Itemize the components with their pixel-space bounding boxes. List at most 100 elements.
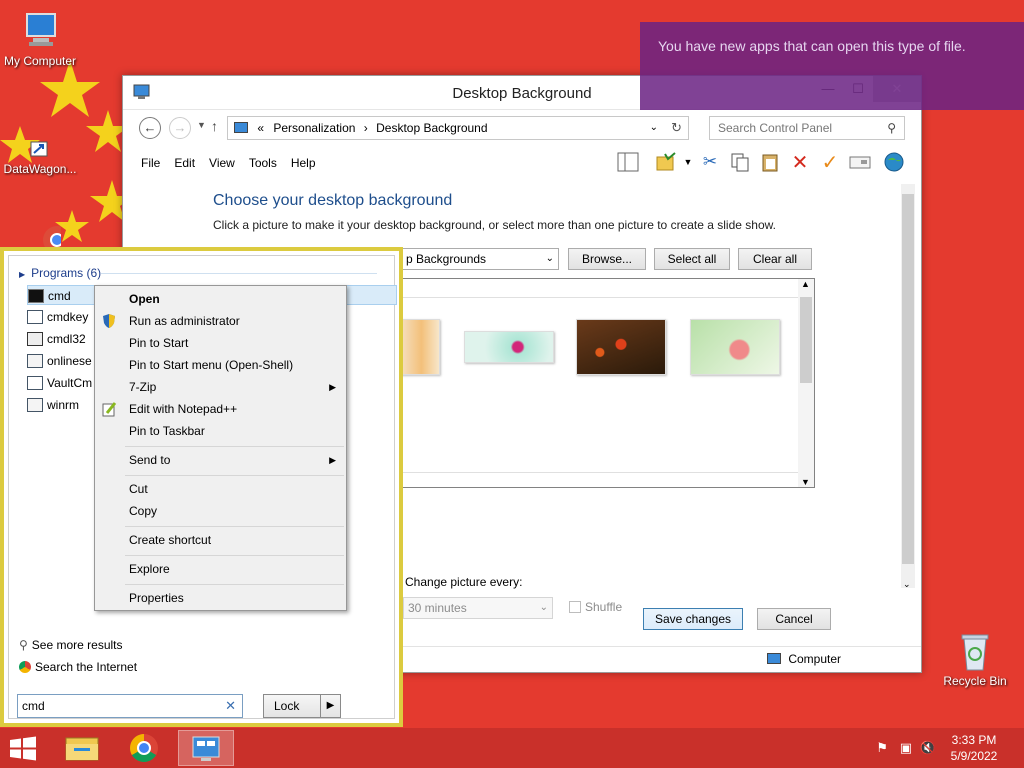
context-item-cut[interactable]: Cut	[95, 478, 346, 500]
menu-bar: File Edit View Tools Help	[133, 152, 330, 174]
search-control-panel-input[interactable]: Search Control Panel ⚲	[709, 116, 905, 140]
scroll-down-icon[interactable]: ▼	[801, 477, 810, 487]
desktop-icon-my-computer[interactable]: My Computer	[0, 10, 80, 68]
refresh-icon[interactable]: ↻	[671, 117, 682, 139]
clear-search-icon[interactable]: ✕	[225, 695, 236, 717]
context-label: Copy	[129, 504, 158, 518]
back-button[interactable]: ←	[139, 117, 161, 139]
desktop-icon-label: DataWagon...	[3, 162, 77, 176]
lock-options-arrow-icon[interactable]: ▶	[320, 695, 340, 717]
taskbar: ⚑ ▣ 🔇 3:33 PM 5/9/2022	[0, 728, 1024, 768]
picture-location-select[interactable]: p Backgrounds ⌄	[393, 248, 559, 270]
interval-value: 30 minutes	[408, 601, 467, 615]
globe-icon[interactable]	[879, 149, 909, 175]
view-dropdown-icon[interactable]: ▼	[681, 149, 695, 175]
checkmark-icon[interactable]: ✓	[815, 149, 845, 175]
lock-button[interactable]: Lock ▶	[263, 694, 341, 718]
taskbar-file-explorer[interactable]	[54, 730, 110, 766]
select-all-button[interactable]: Select all	[654, 248, 730, 270]
folder-options-icon[interactable]	[651, 149, 681, 175]
context-item-edit-notepadpp[interactable]: Edit with Notepad++	[95, 398, 346, 420]
context-item-send-to[interactable]: Send to ▶	[95, 449, 346, 471]
address-dropdown-icon[interactable]: ⌄	[650, 117, 658, 139]
context-item-open[interactable]: Open	[95, 288, 346, 310]
shuffle-label: Shuffle	[585, 600, 623, 614]
context-item-run-as-admin[interactable]: Run as administrator	[95, 310, 346, 332]
clock-date: 5/9/2022	[950, 749, 998, 763]
window-scroll-thumb[interactable]	[902, 194, 914, 564]
copy-icon[interactable]	[725, 149, 755, 175]
program-label: VaultCm	[47, 376, 93, 390]
checkbox-box[interactable]	[569, 601, 581, 613]
breadcrumb-separator: ›	[363, 121, 368, 135]
context-item-create-shortcut[interactable]: Create shortcut	[95, 529, 346, 551]
programs-header[interactable]: ▶ Programs (6)	[19, 266, 377, 280]
page-description: Click a picture to make it your desktop …	[213, 218, 776, 232]
volume-muted-icon[interactable]: 🔇	[920, 740, 936, 756]
app-window-icon	[27, 376, 43, 390]
context-item-pin-to-taskbar[interactable]: Pin to Taskbar	[95, 420, 346, 442]
cancel-button[interactable]: Cancel	[757, 608, 831, 630]
see-more-results-link[interactable]: ⚲ See more results	[19, 638, 123, 652]
search-internet-link[interactable]: Search the Internet	[19, 660, 137, 674]
shuffle-checkbox[interactable]: Shuffle	[569, 600, 622, 614]
wallpaper-thumbnail[interactable]	[464, 331, 554, 363]
context-label: 7-Zip	[129, 380, 157, 394]
context-label: Cut	[129, 482, 148, 496]
status-text: Computer	[788, 652, 842, 666]
address-row: ← → ▼ ↑ « Personalization › Desktop Back…	[135, 116, 911, 140]
desktop-icon-datawagon[interactable]: DataWagon...	[0, 118, 80, 176]
forward-button[interactable]: →	[169, 117, 191, 139]
menu-tools[interactable]: Tools	[249, 152, 277, 174]
gallery-scroll-thumb[interactable]	[800, 297, 812, 383]
taskbar-chrome[interactable]	[116, 730, 172, 766]
breadcrumb-personalization[interactable]: Personalization	[273, 121, 355, 135]
address-bar[interactable]: « Personalization › Desktop Background ⌄…	[227, 116, 689, 140]
menu-help[interactable]: Help	[291, 152, 316, 174]
recent-locations-chevron-icon[interactable]: ▼	[197, 120, 206, 130]
breadcrumb-desktop-background[interactable]: Desktop Background	[376, 121, 487, 135]
desktop-icon-recycle-bin[interactable]: Recycle Bin	[935, 630, 1015, 688]
wallpaper-thumbnail[interactable]	[690, 319, 780, 375]
context-item-pin-to-start-openshell[interactable]: Pin to Start menu (Open-Shell)	[95, 354, 346, 376]
window-scrollbar[interactable]: ⌄	[901, 184, 915, 590]
wallpaper-thumbnail[interactable]	[576, 319, 666, 375]
see-more-label: See more results	[31, 638, 123, 652]
context-item-pin-to-start[interactable]: Pin to Start	[95, 332, 346, 354]
context-item-properties[interactable]: Properties	[95, 587, 346, 609]
save-changes-button[interactable]: Save changes	[643, 608, 743, 630]
submenu-arrow-icon: ▶	[329, 455, 336, 465]
context-item-7zip[interactable]: 7-Zip ▶	[95, 376, 346, 398]
start-search-input[interactable]: cmd ✕	[17, 694, 243, 718]
action-center-flag-icon[interactable]: ⚑	[876, 740, 888, 756]
start-button[interactable]	[0, 730, 46, 766]
app-window-icon	[27, 310, 43, 324]
page-heading: Choose your desktop background	[213, 192, 453, 209]
preview-pane-icon[interactable]	[613, 149, 643, 175]
menu-edit[interactable]: Edit	[174, 152, 195, 174]
program-label: winrm	[47, 398, 79, 412]
address-prefix[interactable]: «	[257, 121, 264, 135]
scroll-down-icon[interactable]: ⌄	[903, 579, 911, 590]
chevron-down-icon: ⌄	[539, 602, 548, 613]
search-icon[interactable]: ⚲	[887, 117, 896, 139]
paste-icon[interactable]	[755, 149, 785, 175]
new-apps-notification[interactable]: You have new apps that can open this typ…	[640, 22, 1024, 110]
taskbar-clock[interactable]: 3:33 PM 5/9/2022	[944, 732, 1004, 764]
computer-icon	[19, 10, 61, 52]
menu-file[interactable]: File	[141, 152, 160, 174]
network-icon[interactable]: ▣	[900, 740, 912, 756]
up-button[interactable]: ↑	[211, 118, 218, 134]
context-item-explore[interactable]: Explore	[95, 558, 346, 580]
properties-icon[interactable]	[845, 149, 875, 175]
scroll-up-icon[interactable]: ▲	[801, 279, 810, 289]
gallery-scrollbar[interactable]: ▲ ▼	[798, 279, 814, 487]
cut-icon[interactable]: ✂	[695, 149, 725, 175]
delete-icon[interactable]: ✕	[785, 149, 815, 175]
clear-all-button[interactable]: Clear all	[738, 248, 812, 270]
context-item-copy[interactable]: Copy	[95, 500, 346, 522]
menu-view[interactable]: View	[209, 152, 235, 174]
interval-select[interactable]: 30 minutes ⌄	[403, 597, 553, 619]
taskbar-control-panel[interactable]	[178, 730, 234, 766]
browse-button[interactable]: Browse...	[568, 248, 646, 270]
